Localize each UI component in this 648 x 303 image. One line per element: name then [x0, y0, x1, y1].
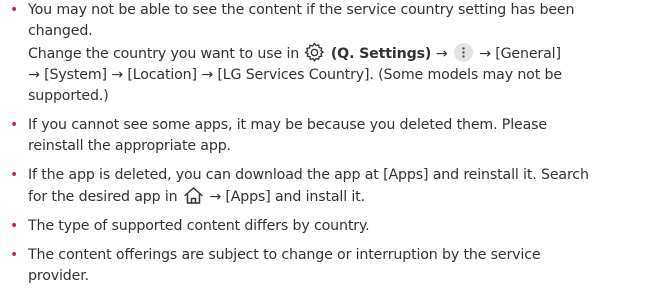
list-item: • If the app is deleted, you can downloa…	[0, 165, 640, 208]
bullet-marker: •	[10, 218, 19, 234]
more-options-icon	[453, 43, 473, 62]
list-item: • The content offerings are subject to c…	[0, 245, 640, 287]
item-text: reinstall the appropriate app.	[28, 138, 231, 154]
item-text: The content offerings are subject to cha…	[28, 247, 541, 263]
bullet-marker: •	[10, 117, 19, 133]
list-item: • The type of supported content differs …	[0, 216, 640, 237]
item-text: Change the country you want to use in	[28, 46, 300, 62]
list-item: • If you cannot see some apps, it may be…	[0, 115, 640, 157]
item-text: → [System] → [Location] → [LG Services C…	[28, 67, 562, 83]
notes-list: • You may not be able to see the content…	[0, 0, 640, 295]
list-item: • You may not be able to see the content…	[0, 0, 640, 107]
item-text: The type of supported content differs by…	[28, 218, 370, 234]
arrow: →	[435, 46, 448, 62]
item-text: → [Apps] and install it.	[209, 189, 365, 205]
gear-icon	[304, 42, 325, 63]
item-text: provider.	[28, 268, 89, 284]
item-text: If the app is deleted, you can download …	[28, 167, 589, 183]
bullet-marker: •	[10, 247, 19, 263]
home-icon	[183, 186, 204, 205]
item-text: You may not be able to see the content i…	[28, 2, 575, 18]
bullet-marker: •	[10, 167, 19, 183]
item-text-with-icon: for the desired app in → [Apps] and inst…	[28, 186, 640, 208]
item-text: supported.)	[28, 88, 109, 104]
item-text: If you cannot see some apps, it may be b…	[28, 117, 547, 133]
item-text: → [General]	[479, 46, 561, 62]
bullet-marker: •	[10, 2, 19, 18]
item-text: changed.	[28, 23, 93, 39]
item-text: for the desired app in	[28, 189, 178, 205]
settings-label: (Q. Settings)	[330, 46, 432, 62]
item-text-with-icons: Change the country you want to use in (Q…	[28, 42, 640, 65]
